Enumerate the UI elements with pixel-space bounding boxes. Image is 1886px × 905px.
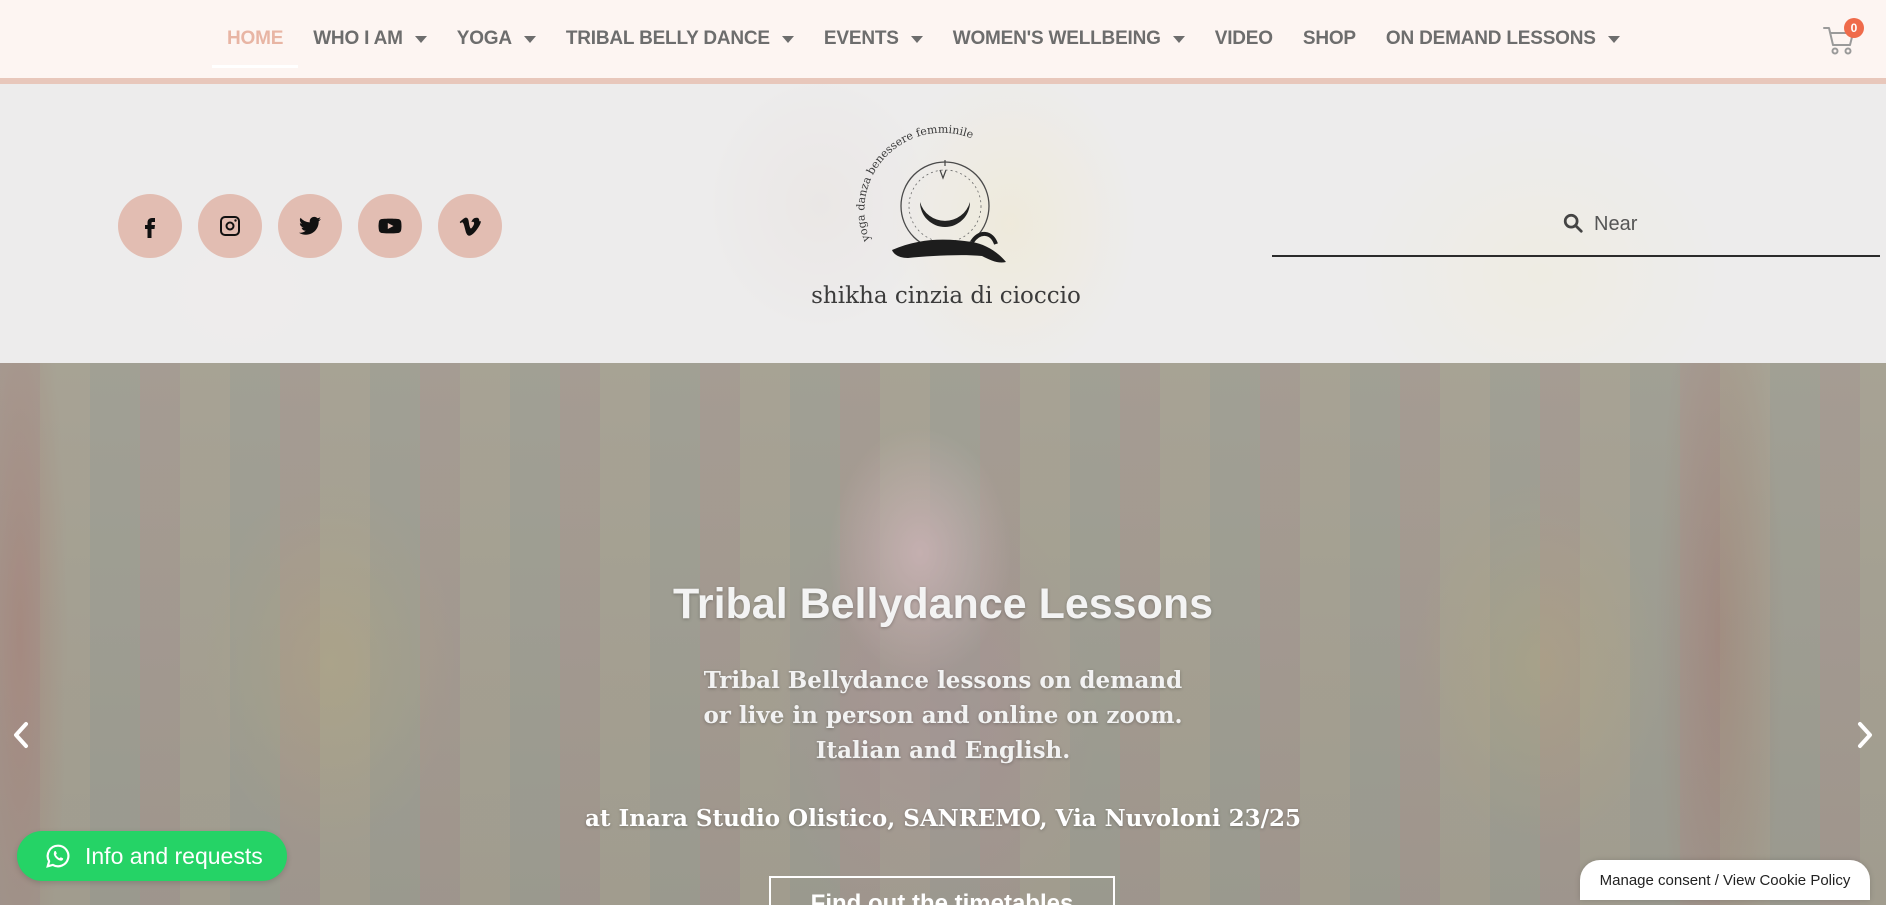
- logo-caption: shikha cinzia di cioccio: [811, 283, 1081, 309]
- chevron-left-icon[interactable]: [10, 720, 32, 750]
- nav-item-video[interactable]: VIDEO: [1200, 0, 1288, 78]
- nav-item-label: VIDEO: [1214, 28, 1273, 49]
- find-timetables-button[interactable]: Find out the timetables: [769, 876, 1115, 905]
- caret-down-icon: [1607, 35, 1620, 43]
- twitter-icon[interactable]: [278, 194, 342, 258]
- cookie-consent-button[interactable]: Manage consent / View Cookie Policy: [1580, 860, 1870, 900]
- nav-item-label: HOME: [227, 28, 284, 49]
- main-menu: HOME WHO I AM YOGA TRIBAL BELLY DANCE EV…: [212, 0, 1635, 78]
- nav-item-label: WOMEN'S WELLBEING: [952, 28, 1161, 49]
- hero-location: at Inara Studio Olistico, SANREMO, Via N…: [584, 805, 1302, 832]
- facebook-icon[interactable]: [118, 194, 182, 258]
- nav-item-tribal-belly-dance[interactable]: TRIBAL BELLY DANCE: [551, 0, 809, 78]
- nav-item-label: YOGA: [456, 28, 512, 49]
- caret-down-icon: [781, 35, 794, 43]
- caret-down-icon: [1172, 35, 1185, 43]
- nav-item-label: WHO I AM: [313, 28, 403, 49]
- nav-item-label: EVENTS: [823, 28, 899, 49]
- nav-item-label: ON DEMAND LESSONS: [1385, 28, 1596, 49]
- nav-item-on-demand-lessons[interactable]: ON DEMAND LESSONS: [1371, 0, 1635, 78]
- search-icon: [1563, 213, 1583, 233]
- caret-down-icon: [910, 35, 923, 43]
- nav-item-who-i-am[interactable]: WHO I AM: [298, 0, 442, 78]
- nav-item-home[interactable]: HOME: [212, 0, 299, 78]
- hero-line: Tribal Bellydance lessons on demand: [703, 667, 1183, 694]
- hero-line: or live in person and online on zoom.: [703, 702, 1183, 729]
- whatsapp-icon: [46, 844, 70, 868]
- whatsapp-label: Info and requests: [85, 842, 263, 869]
- hero-description: Tribal Bellydance lessons on demand or l…: [0, 663, 1886, 768]
- caret-down-icon: [414, 35, 427, 43]
- hero-title: Tribal Bellydance Lessons: [672, 580, 1214, 628]
- nav-item-yoga[interactable]: YOGA: [442, 0, 551, 78]
- search-input[interactable]: [1594, 204, 1874, 244]
- hero-line: Italian and English.: [815, 737, 1071, 764]
- nav-item-events[interactable]: EVENTS: [809, 0, 938, 78]
- nav-item-womens-wellbeing[interactable]: WOMEN'S WELLBEING: [938, 0, 1200, 78]
- nav-item-shop[interactable]: SHOP: [1288, 0, 1371, 78]
- chevron-right-icon[interactable]: [1854, 720, 1876, 750]
- top-navigation-bar: HOME WHO I AM YOGA TRIBAL BELLY DANCE EV…: [0, 0, 1886, 84]
- vimeo-icon[interactable]: [438, 194, 502, 258]
- search-bar: [1272, 200, 1880, 257]
- hero-slider: Tribal Bellydance Lessons Tribal Bellyda…: [0, 363, 1886, 905]
- cart-count-badge: 0: [1844, 18, 1864, 38]
- caret-down-icon: [523, 35, 536, 43]
- social-links: [118, 194, 502, 258]
- youtube-icon[interactable]: [358, 194, 422, 258]
- nav-item-label: TRIBAL BELLY DANCE: [565, 28, 770, 49]
- nav-item-label: SHOP: [1302, 28, 1356, 49]
- instagram-icon[interactable]: [198, 194, 262, 258]
- whatsapp-chat-button[interactable]: Info and requests: [17, 831, 287, 881]
